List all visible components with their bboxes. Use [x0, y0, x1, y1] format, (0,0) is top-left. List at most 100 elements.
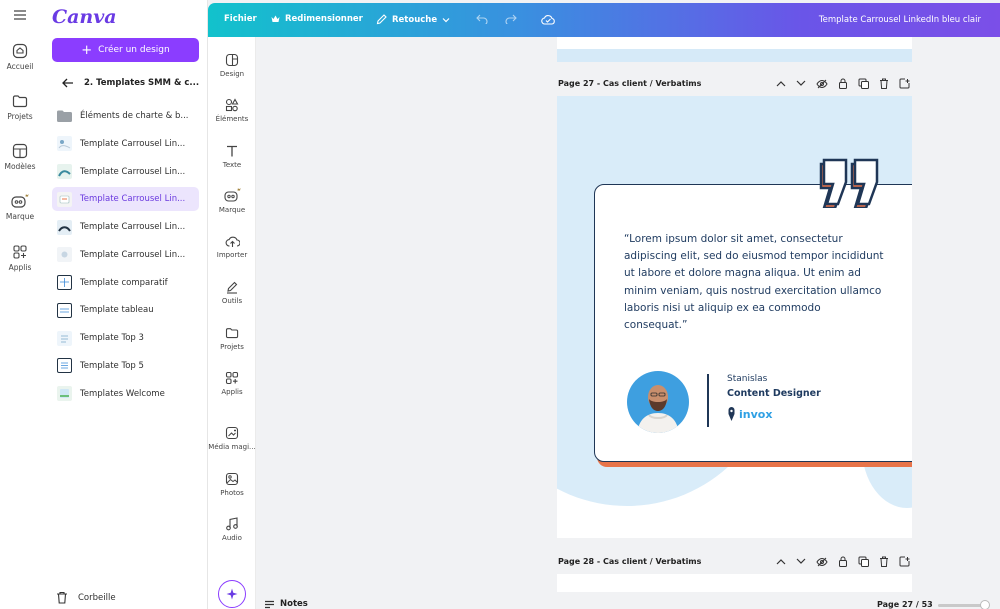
rail-item-home[interactable]: Accueil	[0, 43, 40, 71]
page-28-actions	[776, 556, 910, 567]
tool-tools[interactable]: Outils	[208, 280, 256, 305]
page-28-title[interactable]: Page 28 - Cas client / Verbatims	[558, 557, 701, 566]
rail-item-apps[interactable]: Applis	[0, 244, 40, 272]
apps-icon	[13, 245, 27, 259]
cloud-save-status[interactable]	[541, 14, 555, 25]
apps-icon	[225, 371, 239, 385]
chevron-up-icon[interactable]	[776, 80, 786, 87]
list-item[interactable]: Template Carrousel Lin...	[52, 160, 199, 184]
brand-logo[interactable]: invox	[727, 406, 772, 422]
list-item-label: Template tableau	[80, 305, 154, 316]
add-page-icon[interactable]	[899, 556, 910, 567]
tool-label: Texte	[222, 161, 242, 169]
page-counter[interactable]: Page 27 / 53	[877, 600, 933, 609]
add-page-icon[interactable]	[899, 78, 910, 89]
design-page-27[interactable]: “Lorem ipsum dolor sit amet, consectetur…	[557, 96, 912, 538]
undo-button[interactable]	[476, 14, 488, 24]
file-menu-button[interactable]: Fichier	[224, 14, 257, 24]
quote-text[interactable]: “Lorem ipsum dolor sit amet, consectetur…	[624, 231, 884, 334]
list-item-label: Template Carrousel Lin...	[80, 222, 186, 232]
folder-icon	[57, 109, 72, 124]
crown-icon	[271, 15, 280, 22]
tool-text[interactable]: Texte	[208, 144, 256, 169]
breadcrumb[interactable]: 2. Templates SMM & c...	[62, 78, 199, 88]
lock-icon[interactable]	[838, 78, 848, 89]
eye-hide-icon[interactable]	[816, 557, 828, 567]
list-item[interactable]: Template comparatif	[52, 271, 199, 295]
chevron-down-icon[interactable]	[796, 80, 806, 87]
page-28-header: Page 28 - Cas client / Verbatims	[558, 556, 910, 567]
duplicate-page-icon[interactable]	[858, 78, 869, 89]
template-thumb-icon	[57, 330, 72, 346]
tool-label: Outils	[221, 297, 243, 305]
chevron-down-icon[interactable]	[796, 558, 806, 565]
page-27-title[interactable]: Page 27 - Cas client / Verbatims	[558, 79, 701, 88]
list-item[interactable]: Template tableau	[52, 298, 199, 322]
tool-audio[interactable]: Audio	[208, 517, 256, 542]
resize-button[interactable]: Redimensionner	[271, 14, 363, 24]
tool-apps[interactable]: Applis	[208, 371, 256, 396]
resize-label: Redimensionner	[285, 14, 363, 24]
redo-button[interactable]	[505, 14, 517, 24]
hamburger-menu-icon[interactable]	[13, 9, 27, 21]
back-arrow-icon[interactable]	[62, 78, 74, 88]
chevron-up-icon[interactable]	[776, 558, 786, 565]
author-role[interactable]: Content Designer	[727, 388, 821, 399]
trash-icon[interactable]	[879, 78, 889, 89]
list-item[interactable]: Éléments de charte & b...	[52, 104, 199, 128]
notes-button[interactable]: Notes	[264, 599, 308, 609]
page-27-actions	[776, 78, 910, 89]
tool-label: Design	[219, 70, 245, 78]
author-name[interactable]: Stanislas	[727, 374, 767, 384]
tool-design[interactable]: Design	[208, 53, 256, 78]
cloud-check-icon	[541, 15, 555, 25]
list-item[interactable]: Template Top 5	[52, 354, 199, 378]
tool-label: Marque	[218, 206, 246, 214]
tool-brand[interactable]: Marque	[208, 187, 256, 214]
sparkle-icon	[226, 588, 238, 600]
list-item-active[interactable]: Template Carrousel Lin...	[52, 187, 199, 212]
lock-icon[interactable]	[838, 556, 848, 567]
eye-hide-icon[interactable]	[816, 79, 828, 89]
template-thumb-icon	[57, 164, 72, 179]
list-item-label: Template Top 3	[80, 333, 144, 343]
trash-label: Corbeille	[78, 592, 116, 603]
tool-magic-media[interactable]: Média magi...	[208, 426, 256, 451]
rail-item-brand[interactable]: Marque	[0, 193, 40, 221]
trash-icon[interactable]	[879, 556, 889, 567]
tool-elements[interactable]: Éléments	[208, 98, 256, 123]
list-item[interactable]: Template Top 3	[52, 326, 199, 350]
tool-upload[interactable]: Importer	[208, 235, 256, 259]
templates-icon	[12, 143, 28, 159]
list-item[interactable]: Template Carrousel Lin...	[52, 215, 199, 239]
canva-logo: Canva	[52, 6, 117, 28]
document-title[interactable]: Template Carrousel LinkedIn bleu clair	[819, 15, 981, 25]
duplicate-page-icon[interactable]	[858, 556, 869, 567]
tool-projects[interactable]: Projets	[208, 326, 256, 351]
tool-label: Audio	[222, 534, 242, 542]
template-thumb-icon	[57, 358, 72, 374]
create-design-button[interactable]: + Créer un design	[52, 38, 199, 62]
rail-item-projects[interactable]: Projets	[0, 93, 40, 121]
list-item[interactable]: Template Carrousel Lin...	[52, 132, 199, 156]
zoom-slider-handle[interactable]	[980, 600, 990, 609]
list-item[interactable]: Template Carrousel Lin...	[52, 243, 199, 267]
author-avatar[interactable]	[627, 371, 689, 433]
zoom-slider-track[interactable]	[938, 604, 984, 607]
list-item[interactable]: Templates Welcome	[52, 382, 199, 406]
design-page-28[interactable]	[557, 574, 912, 592]
tool-label: Éléments	[215, 115, 249, 123]
tool-label: Média magi...	[208, 443, 256, 451]
tool-label: Projets	[220, 343, 244, 351]
top-bar: Fichier Redimensionner Retouche Template…	[208, 3, 1000, 37]
undo-icon	[476, 14, 488, 24]
magic-assistant-button[interactable]	[218, 580, 246, 608]
trash-link[interactable]: Corbeille	[56, 591, 116, 604]
edit-mode-button[interactable]: Retouche	[376, 14, 450, 25]
tool-photos[interactable]: Photos	[208, 472, 256, 497]
list-item-label: Template Carrousel Lin...	[80, 194, 186, 205]
notes-label: Notes	[280, 599, 308, 609]
rail-item-templates[interactable]: Modèles	[0, 143, 40, 171]
tools-icon	[227, 281, 238, 294]
person-photo-icon	[637, 385, 679, 433]
